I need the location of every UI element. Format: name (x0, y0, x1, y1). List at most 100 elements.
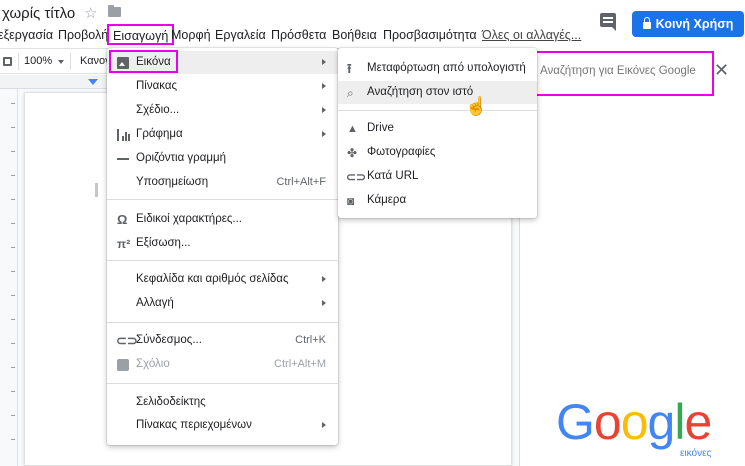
menu-item-label: Πίνακας (136, 80, 178, 92)
menu-divider (338, 110, 537, 111)
submenu-item-camera[interactable]: ◙ Κάμερα (338, 189, 537, 212)
submenu-item-label: Drive (367, 122, 394, 134)
menu-item-label: Ειδικοί χαρακτήρες... (136, 213, 242, 225)
submenu-item-label: Κατά URL (367, 170, 419, 182)
menu-item-label: Σχόλιο (136, 358, 170, 370)
vertical-ruler[interactable] (0, 89, 18, 466)
paint-format-icon[interactable] (3, 57, 12, 66)
menu-item-equation[interactable]: π² Εξίσωση... (107, 232, 338, 255)
search-icon: ⌕ (347, 86, 354, 100)
close-icon[interactable]: ✕ (714, 60, 729, 80)
menu-format[interactable]: Μορφή (171, 28, 211, 42)
drive-icon: ▲ (347, 123, 358, 135)
link-icon: ⊂⊃ (346, 170, 367, 184)
comment-icon (117, 359, 129, 371)
chevron-right-icon (322, 422, 326, 428)
menu-item-shortcut: Ctrl+Alt+M (274, 358, 326, 370)
menu-item-table[interactable]: Πίνακας (107, 75, 338, 98)
folder-icon[interactable] (108, 5, 121, 17)
submenu-item-photos[interactable]: ✤ Φωτογραφίες (338, 141, 537, 164)
menu-item-chart[interactable]: Γράφημα (107, 123, 338, 146)
submenu-item-label: Κάμερα (367, 194, 407, 206)
zoom-select[interactable]: 100% (24, 55, 52, 67)
chevron-right-icon (322, 107, 326, 113)
menu-item-break[interactable]: Αλλαγή (107, 292, 338, 315)
submenu-item-by-url[interactable]: ⊂⊃ Κατά URL (338, 165, 537, 188)
chevron-right-icon (322, 83, 326, 89)
submenu-item-upload[interactable]: ⭱ Μεταφόρτωση από υπολογιστή (338, 57, 537, 80)
menu-bar: εξεργασία Προβολή Εισαγωγή Μορφή Εργαλεί… (0, 24, 600, 46)
insert-menu: Εικόνα Πίνακας Σχέδιο... Γράφημα Οριζόντ… (107, 48, 338, 445)
menu-item-shortcut: Ctrl+Alt+F (276, 176, 326, 188)
chevron-right-icon (322, 131, 326, 137)
indent-marker-icon[interactable] (88, 79, 98, 85)
logo-letter: g (647, 394, 676, 450)
chevron-down-icon (58, 60, 64, 64)
chevron-right-icon (322, 300, 326, 306)
menu-item-comment[interactable]: Σχόλιο Ctrl+Alt+M (107, 353, 338, 376)
share-button[interactable]: Κοινή Χρήση (632, 11, 744, 37)
menu-divider (107, 322, 338, 323)
menu-tools[interactable]: Εργαλεία (215, 28, 266, 42)
menu-addons[interactable]: Πρόσθετα (271, 28, 326, 42)
image-submenu: ⭱ Μεταφόρτωση από υπολογιστή ⌕ Αναζήτηση… (338, 48, 537, 218)
logo-letter: l (674, 394, 685, 450)
star-icon[interactable]: ☆ (84, 4, 97, 22)
chevron-right-icon (322, 59, 326, 65)
menu-item-shortcut: Ctrl+K (295, 334, 326, 346)
menu-help[interactable]: Βοήθεια (332, 28, 377, 42)
omega-icon: Ω (117, 212, 128, 227)
menu-item-link[interactable]: ⊂⊃ Σύνδεσμος... Ctrl+K (107, 329, 338, 352)
link-icon: ⊂⊃ (116, 333, 138, 348)
menu-item-label: Οριζόντια γραμμή (136, 152, 227, 164)
google-images-logo: Google (556, 394, 712, 450)
menu-item-label: Γράφημα (136, 128, 183, 140)
image-search-input[interactable] (540, 65, 710, 77)
logo-letter: o (593, 394, 622, 450)
upload-icon: ⭱ (347, 61, 352, 76)
pi-icon: π² (117, 237, 131, 251)
menu-item-label: Σύνδεσμος... (136, 334, 202, 346)
google-images-subtitle: εικόνες (680, 448, 712, 459)
menu-insert[interactable]: Εισαγωγή (107, 24, 175, 45)
camera-icon: ◙ (347, 194, 355, 208)
submenu-item-label: Φωτογραφίες (367, 146, 436, 158)
menu-item-label: Σελιδοδείκτης (136, 396, 206, 408)
menu-item-label: Κεφαλίδα και αριθμός σελίδας (136, 273, 289, 285)
image-search-box (534, 51, 714, 96)
submenu-item-label: Μεταφόρτωση από υπολογιστή (367, 62, 526, 74)
menu-divider (107, 199, 338, 200)
menu-item-label: Πίνακας περιεχομένων (136, 419, 252, 431)
submenu-item-drive[interactable]: ▲ Drive (338, 117, 537, 140)
chevron-right-icon (322, 276, 326, 282)
toolbar-divider (18, 53, 19, 70)
highlight-box (109, 50, 178, 73)
menu-accessibility[interactable]: Προσβασιμότητα (383, 28, 477, 42)
hand-cursor-icon: ☝ (465, 96, 488, 116)
submenu-item-label: Αναζήτηση στον ιστό (367, 86, 474, 98)
document-title[interactable]: χωρίς τίτλο (2, 5, 75, 22)
menu-item-drawing[interactable]: Σχέδιο... (107, 99, 338, 122)
menu-item-label: Εξίσωση... (136, 237, 191, 249)
menu-item-footnote[interactable]: Υποσημείωση Ctrl+Alt+F (107, 171, 338, 194)
chart-icon (117, 129, 130, 141)
menu-item-label: Υποσημείωση (136, 176, 209, 188)
text-cursor (95, 183, 98, 197)
all-changes-link[interactable]: Όλες οι αλλαγές... (482, 28, 581, 42)
menu-divider (107, 260, 338, 261)
menu-item-header-page-number[interactable]: Κεφαλίδα και αριθμός σελίδας (107, 268, 338, 291)
menu-item-horizontal-line[interactable]: Οριζόντια γραμμή (107, 147, 338, 170)
lock-icon (642, 17, 651, 29)
comment-history-icon[interactable] (600, 13, 616, 31)
menu-edit[interactable]: εξεργασία (0, 28, 53, 42)
toolbar-divider (70, 53, 71, 70)
submenu-item-search-web[interactable]: ⌕ Αναζήτηση στον ιστό (338, 81, 537, 104)
menu-item-table-of-contents[interactable]: Πίνακας περιεχομένων (107, 414, 338, 437)
horizontal-line-icon (117, 158, 129, 160)
menu-item-special-characters[interactable]: Ω Ειδικοί χαρακτήρες... (107, 208, 338, 231)
share-button-label: Κοινή Χρήση (655, 17, 734, 31)
menu-item-label: Σχέδιο... (136, 104, 180, 116)
menu-item-label: Αλλαγή (136, 297, 174, 309)
menu-item-bookmark[interactable]: Σελιδοδείκτης (107, 391, 338, 414)
menu-view[interactable]: Προβολή (58, 28, 108, 42)
